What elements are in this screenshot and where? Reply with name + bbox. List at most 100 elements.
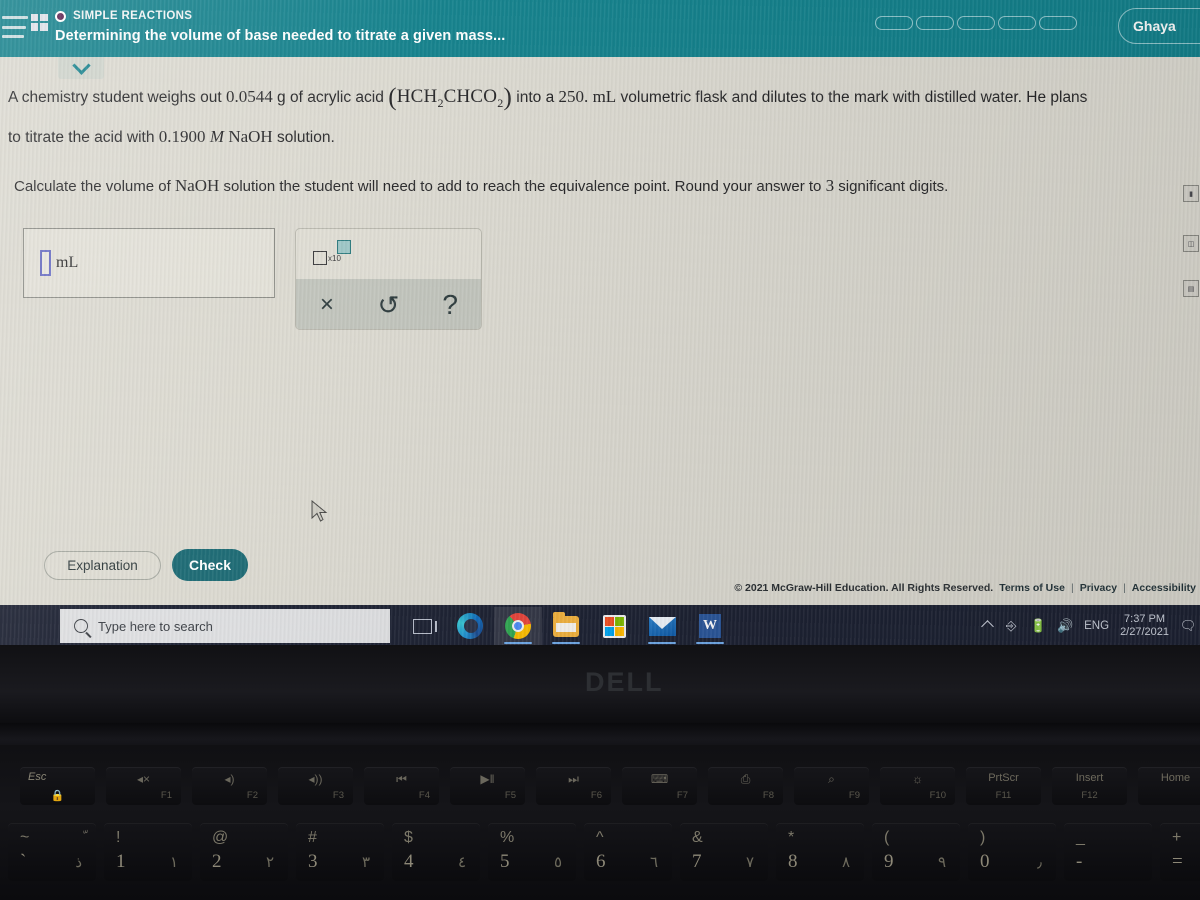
question-body: A chemistry student weighs out 0.0544 g …	[0, 80, 1180, 204]
q2-text-b: solution.	[277, 128, 335, 146]
key-f3-label: F3	[332, 790, 344, 801]
key-f9[interactable]: ⌕ F9	[794, 767, 869, 805]
word-icon: W	[699, 614, 721, 638]
notification-center-icon[interactable]: 🗨	[1180, 618, 1197, 633]
help-button[interactable]: ?	[419, 290, 481, 319]
volume-icon[interactable]: 🔊	[1057, 618, 1073, 633]
key-f11[interactable]: PrtScr F11	[966, 767, 1041, 805]
key-9[interactable]: ( 9 ٩	[872, 823, 960, 881]
key-8[interactable]: * 8 ٨	[776, 823, 864, 881]
edge-icon	[457, 613, 483, 639]
footer: © 2021 McGraw-Hill Education. All Rights…	[0, 578, 1200, 598]
key-f1[interactable]: ◂× F1	[106, 767, 181, 805]
taskbar-item-file-explorer[interactable]	[542, 607, 590, 645]
key-0-arabic: ٫	[1037, 854, 1042, 871]
clock-date: 2/27/2021	[1120, 626, 1169, 638]
key-3[interactable]: # 3 ٣	[296, 823, 384, 881]
key-f12-label: F12	[1081, 790, 1098, 801]
key-f2[interactable]: ◂) F2	[192, 767, 267, 805]
taskbar-item-mail[interactable]	[638, 607, 686, 645]
formula-open-paren: (	[388, 84, 397, 111]
taskbar-item-chrome[interactable]	[494, 607, 542, 645]
answer-input-box[interactable]: mL	[23, 228, 275, 298]
math-toolbar-top-row: x10	[296, 229, 481, 279]
display-switch-icon: ⎙	[740, 772, 751, 786]
q2-text-a: to titrate the acid with	[8, 128, 155, 146]
key-0-base: 0	[980, 851, 990, 872]
battery-icon[interactable]: 🔋	[1030, 618, 1046, 633]
clear-button[interactable]: ×	[296, 292, 358, 317]
key-f11-label: F11	[995, 790, 1012, 801]
task-view-icon	[412, 618, 437, 634]
screenshot-root: SIMPLE REACTIONS Determining the volume …	[0, 0, 1200, 900]
search-input[interactable]: Type here to search	[60, 609, 390, 643]
mute-icon: ◂×	[136, 772, 151, 786]
tool-icon-periodic-table[interactable]: ▤	[1183, 280, 1199, 297]
language-indicator[interactable]: ENG	[1084, 620, 1109, 632]
key-minus[interactable]: _ -	[1064, 823, 1152, 881]
privacy-link[interactable]: Privacy	[1080, 582, 1117, 594]
key-f8[interactable]: ⎙ F8	[708, 767, 783, 805]
key-backtick-arabic: ذ	[75, 854, 82, 871]
key-1-shift: !	[116, 829, 121, 846]
key-f6[interactable]: ⏭ F6	[536, 767, 611, 805]
taskbar-item-task-view[interactable]	[398, 607, 446, 645]
key-4-base: 4	[404, 851, 414, 872]
key-f3[interactable]: ◂)) F3	[278, 767, 353, 805]
scientific-notation-button[interactable]: x10	[313, 240, 359, 269]
onedrive-icon[interactable]: ⎆	[1003, 618, 1019, 633]
progress-segment	[957, 16, 995, 30]
user-menu-button[interactable]: Ghaya	[1118, 8, 1200, 44]
next-track-icon: ⏭	[568, 772, 579, 786]
keyboard-deck: Esc 🔒 ◂× F1 ◂) F2 ◂)) F3 ⏮ F4 ▶‖ F5 ⏭ F6…	[0, 745, 1200, 900]
key-7[interactable]: & 7 ٧	[680, 823, 768, 881]
key-f5-label: F5	[504, 790, 516, 801]
check-button[interactable]: Check	[172, 549, 248, 581]
key-esc[interactable]: Esc 🔒	[20, 767, 95, 805]
key-5-base: 5	[500, 851, 510, 872]
sci-x10-label: x10	[328, 254, 341, 263]
q2-concentration: 0.1900	[158, 126, 206, 146]
key-f9-label: F9	[848, 790, 860, 801]
key-6[interactable]: ^ 6 ٦	[584, 823, 672, 881]
screen-bezel: DELL	[0, 645, 1200, 723]
key-f4-label: F4	[418, 790, 430, 801]
key-0[interactable]: ) 0 ٫	[968, 823, 1056, 881]
key-5[interactable]: % 5 ٥	[488, 823, 576, 881]
key-1-base: 1	[116, 851, 126, 872]
q1-text-a: A chemistry student weighs out	[8, 89, 222, 106]
key-f5[interactable]: ▶‖ F5	[450, 767, 525, 805]
accessibility-link[interactable]: Accessibility	[1132, 582, 1196, 594]
answer-value-slot[interactable]	[40, 250, 51, 276]
show-hidden-icons-icon[interactable]	[981, 619, 995, 633]
key-f4[interactable]: ⏮ F4	[364, 767, 439, 805]
key-home[interactable]: Home	[1138, 767, 1200, 805]
key-2[interactable]: @ 2 ٢	[200, 823, 288, 881]
taskbar-item-edge[interactable]	[446, 607, 494, 645]
key-backtick-shift: ~	[20, 829, 30, 846]
math-toolbar: x10 × ↺ ?	[295, 228, 482, 330]
key-f10[interactable]: ☼ F10	[880, 767, 955, 805]
previous-track-icon: ⏮	[396, 772, 407, 786]
undo-button[interactable]: ↺	[358, 292, 420, 318]
taskbar-item-word[interactable]: W	[686, 607, 734, 645]
key-4[interactable]: $ 4 ٤	[392, 823, 480, 881]
q2-molarity-symbol: M	[209, 126, 225, 146]
home-key-label: Home	[1160, 772, 1191, 784]
key-f12[interactable]: Insert F12	[1052, 767, 1127, 805]
key-4-arabic: ٤	[457, 854, 466, 871]
taskbar-item-microsoft-store[interactable]	[590, 607, 638, 645]
key-equals[interactable]: + =	[1160, 823, 1200, 881]
volume-up-icon: ◂))	[308, 772, 323, 786]
key-backtick[interactable]: ~ ` ذ ّ	[8, 823, 96, 881]
explanation-button[interactable]: Explanation	[44, 551, 161, 580]
clock[interactable]: 7:37 PM 2/27/2021	[1120, 613, 1169, 639]
question-line-3: Calculate the volume of NaOH solution th…	[0, 155, 1180, 204]
tool-icon-keypad[interactable]: ▮	[1183, 185, 1199, 202]
key-1[interactable]: ! 1 ١	[104, 823, 192, 881]
tool-icon-calculator[interactable]: ◫	[1183, 235, 1199, 252]
key-f7[interactable]: ⌨ F7	[622, 767, 697, 805]
terms-of-use-link[interactable]: Terms of Use	[999, 582, 1065, 594]
start-button[interactable]	[18, 7, 60, 37]
collapse-panel-button[interactable]	[58, 55, 104, 79]
